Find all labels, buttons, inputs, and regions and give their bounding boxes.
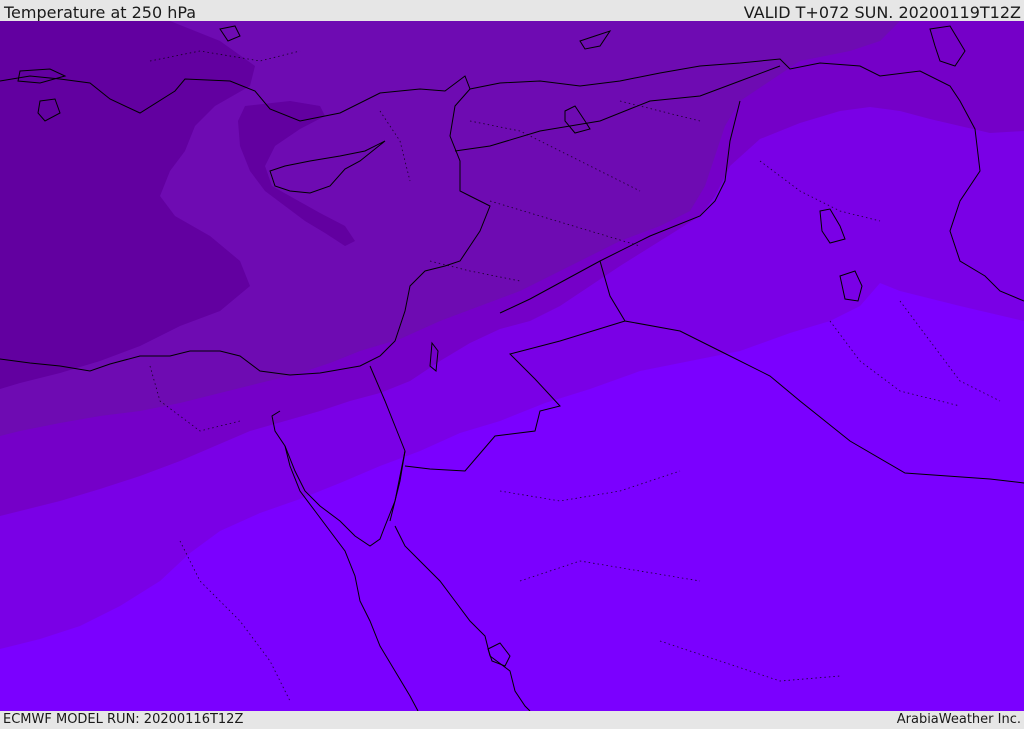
map-title: Temperature at 250 hPa <box>4 3 197 22</box>
temperature-map <box>0 21 1024 711</box>
footer-bar: ECMWF MODEL RUN: 20200116T12Z ArabiaWeat… <box>0 711 1024 729</box>
credit: ArabiaWeather Inc. <box>896 712 1021 727</box>
valid-time: VALID T+072 SUN. 20200119T12Z <box>743 3 1021 22</box>
map-canvas <box>0 21 1024 711</box>
model-run: ECMWF MODEL RUN: 20200116T12Z <box>3 712 244 727</box>
header-bar: Temperature at 250 hPa VALID T+072 SUN. … <box>0 0 1024 22</box>
